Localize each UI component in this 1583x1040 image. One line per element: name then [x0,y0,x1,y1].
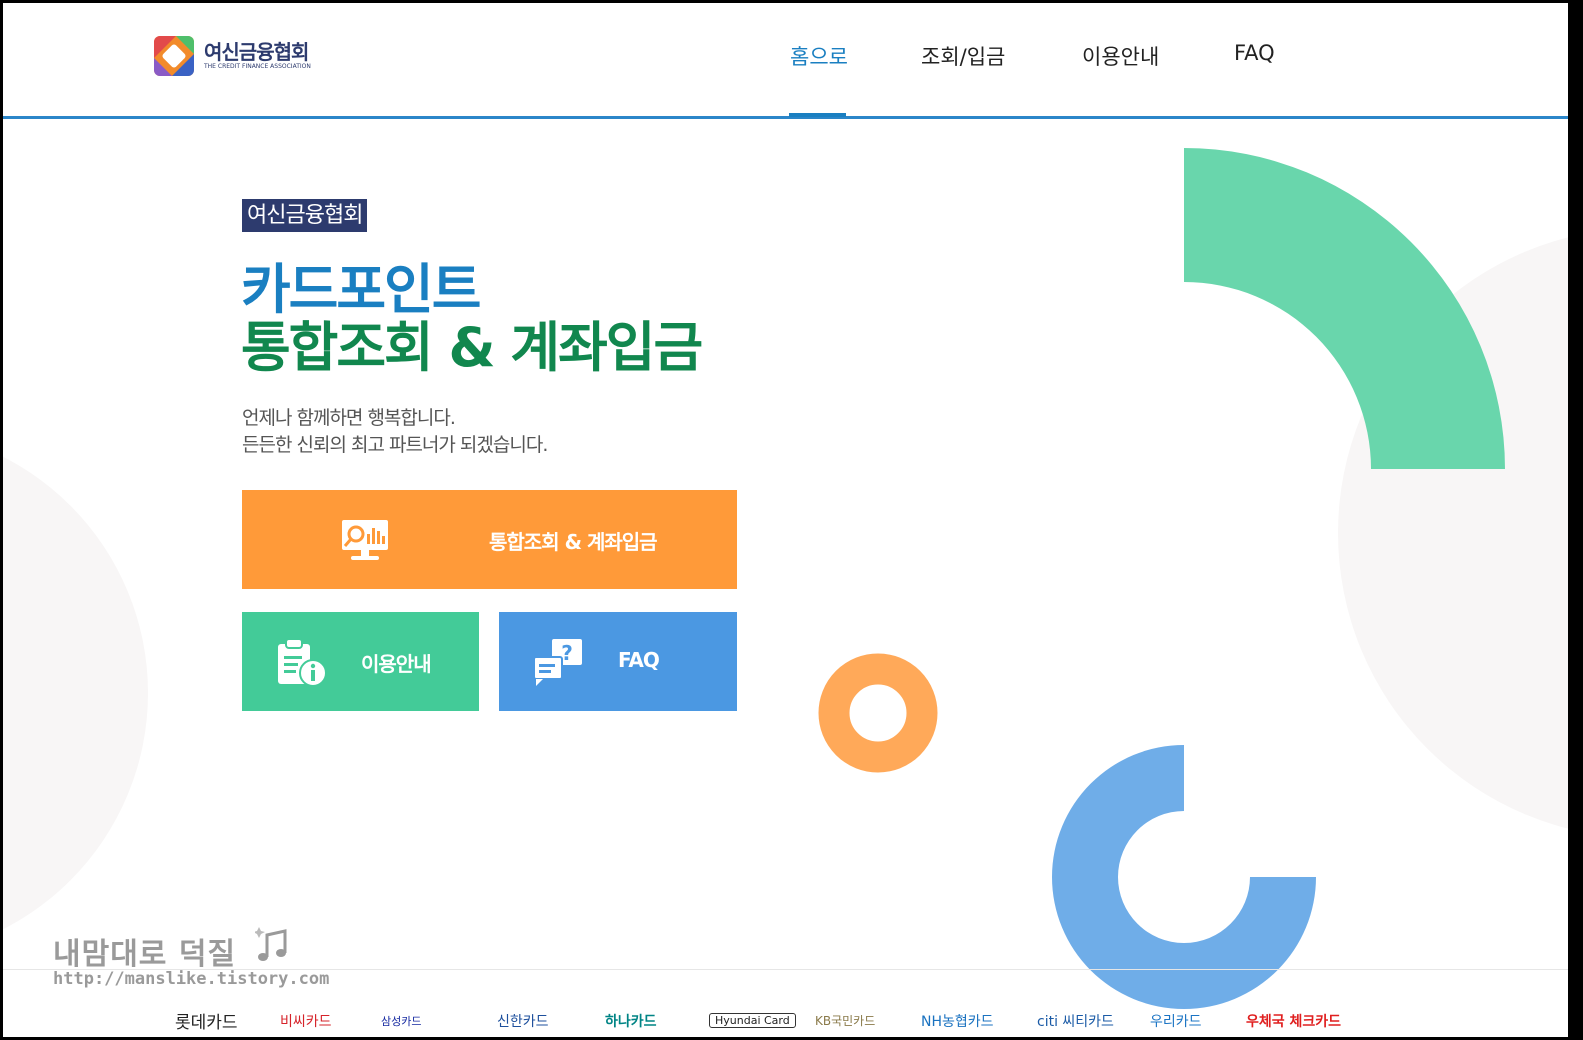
partner-nh-card[interactable]: NH농협카드 [921,1011,994,1031]
partner-hana-card[interactable]: 하나카드 [605,1011,657,1031]
hero-badge: 여신금융협회 [242,199,368,232]
background-decoration [3,148,1568,1009]
logo-mark-icon [154,36,194,76]
hero-title-line2: 통합조회 & 계좌입금 [241,316,703,379]
nav-inquiry-deposit[interactable]: 조회/입금 [921,41,1005,71]
guide-button[interactable]: 이용안내 [242,612,479,711]
nav-guide[interactable]: 이용안내 [1082,41,1159,71]
partner-kb-card[interactable]: KB국민카드 [815,1012,875,1029]
guide-label: 이용안내 [361,652,432,676]
hero-title-line1: 카드포인트 [241,258,481,321]
partner-samsung-card[interactable]: 삼성카드 [381,1013,421,1029]
watermark-title: 내맘대로 덕질 [53,937,237,972]
faq-label: FAQ [618,648,660,672]
partner-post-check-card[interactable]: 우체국 체크카드 [1246,1011,1341,1031]
nav-faq[interactable]: FAQ [1234,41,1275,65]
faq-button[interactable]: ? FAQ [499,612,737,711]
partner-shinhan-card[interactable]: 신한카드 [497,1011,549,1031]
music-note-icon [255,927,287,961]
site-header: 여신금융협회 THE CREDIT FINANCE ASSOCIATION 홈으… [3,3,1568,119]
nav-home[interactable]: 홈으로 [790,41,848,71]
watermark-url: http://manslike.tistory.com [53,969,330,989]
clipboard-info-icon [278,638,327,687]
partner-citi-card[interactable]: citi 씨티카드 [1037,1011,1114,1031]
page: 여신금융협회 THE CREDIT FINANCE ASSOCIATION 홈으… [3,3,1568,1037]
hero-description-line1: 언제나 함께하면 행복합니다. [242,407,456,429]
logo-subtitle: THE CREDIT FINANCE ASSOCIATION [204,63,311,70]
chat-question-icon: ? [533,639,582,686]
partner-bc-card[interactable]: 비씨카드 [280,1011,332,1031]
partner-hyundai-card[interactable]: Hyundai Card [709,1013,796,1028]
nav-active-indicator [789,113,846,117]
green-arc-shape [1184,148,1505,469]
bg-circle-left [3,456,148,930]
orange-ring-shape [818,653,938,773]
logo-title: 여신금융협회 [204,40,309,64]
partners-divider [3,969,1568,970]
partner-woori-card[interactable]: 우리카드 [1150,1011,1202,1031]
inquiry-deposit-button[interactable]: 통합조회 & 계좌입금 [242,490,737,589]
inquiry-deposit-label: 통합조회 & 계좌입금 [489,530,658,554]
partner-lotte-card[interactable]: 롯데카드 [175,1008,238,1033]
logo[interactable]: 여신금융협회 THE CREDIT FINANCE ASSOCIATION [154,36,311,76]
hero-description-line2: 든든한 신뢰의 최고 파트너가 되겠습니다. [242,434,548,456]
presentation-search-icon [342,520,388,560]
